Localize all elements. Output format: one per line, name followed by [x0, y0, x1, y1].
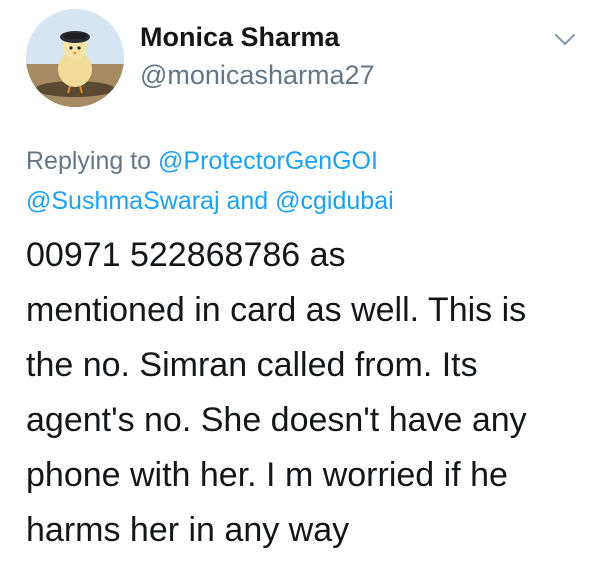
tweet-text-line: phone with her. I m worried if he: [26, 456, 508, 494]
mention-link[interactable]: @SushmaSwaraj: [26, 187, 220, 215]
tweet-text-line: harms her in any way: [26, 511, 350, 549]
tweet-text-line: the no. Simran called from. Its: [26, 346, 478, 384]
author-display-name[interactable]: Monica Sharma: [140, 22, 340, 53]
tweet-text-line: 00971 522868786 as: [26, 236, 346, 274]
author-handle[interactable]: @monicasharma27: [140, 60, 375, 91]
reply-prefix: Replying to: [26, 147, 152, 175]
tweet-card: Monica Sharma @monicasharma27 Replying t…: [0, 0, 600, 572]
reply-context: Replying to @ProtectorGenGOI: [26, 147, 586, 176]
chick-avatar-icon: [26, 9, 124, 107]
tweet-text-line: agent's no. She doesn't have any: [26, 401, 527, 439]
tweet-text-line: mentioned in card as well. This is: [26, 291, 527, 329]
avatar[interactable]: [26, 9, 124, 107]
mention-link[interactable]: @cgidubai: [275, 187, 394, 215]
reply-context-continued: @SushmaSwaraj and @cgidubai: [26, 187, 586, 216]
reply-conjunction: and: [226, 187, 269, 215]
mention-link[interactable]: @ProtectorGenGOI: [158, 147, 378, 175]
chevron-down-icon[interactable]: [553, 30, 577, 50]
tweet-text: 00971 522868786 as mentioned in card as …: [26, 228, 586, 558]
